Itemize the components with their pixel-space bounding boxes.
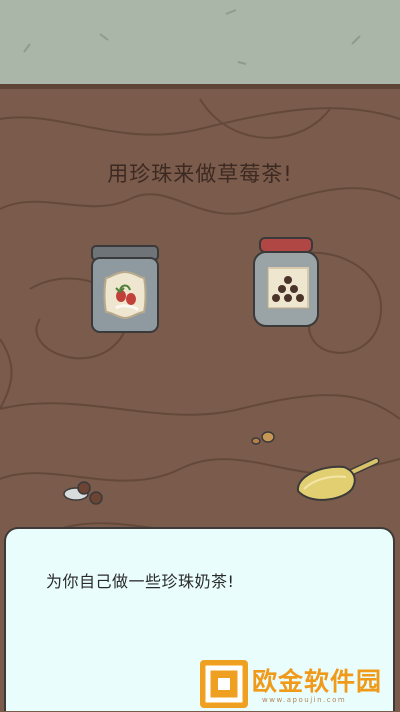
tapioca-pearl-jar[interactable] xyxy=(250,236,322,330)
watermark-title: 欧金软件园 xyxy=(252,667,383,696)
pebbles xyxy=(250,430,278,446)
task-instruction: 用珍珠来做草莓茶! xyxy=(107,162,293,186)
bone xyxy=(62,478,106,508)
scoop[interactable] xyxy=(292,455,380,505)
watermark-logo-icon xyxy=(200,660,248,708)
strawberry-tea-jar[interactable] xyxy=(90,244,160,336)
watermark: 欧金软件园 www.apoujin.com xyxy=(200,660,396,710)
dialog-text: 为你自己做一些珍珠奶茶! xyxy=(46,572,235,591)
wall-background xyxy=(0,0,400,86)
watermark-url: www.apoujin.com xyxy=(262,696,347,704)
